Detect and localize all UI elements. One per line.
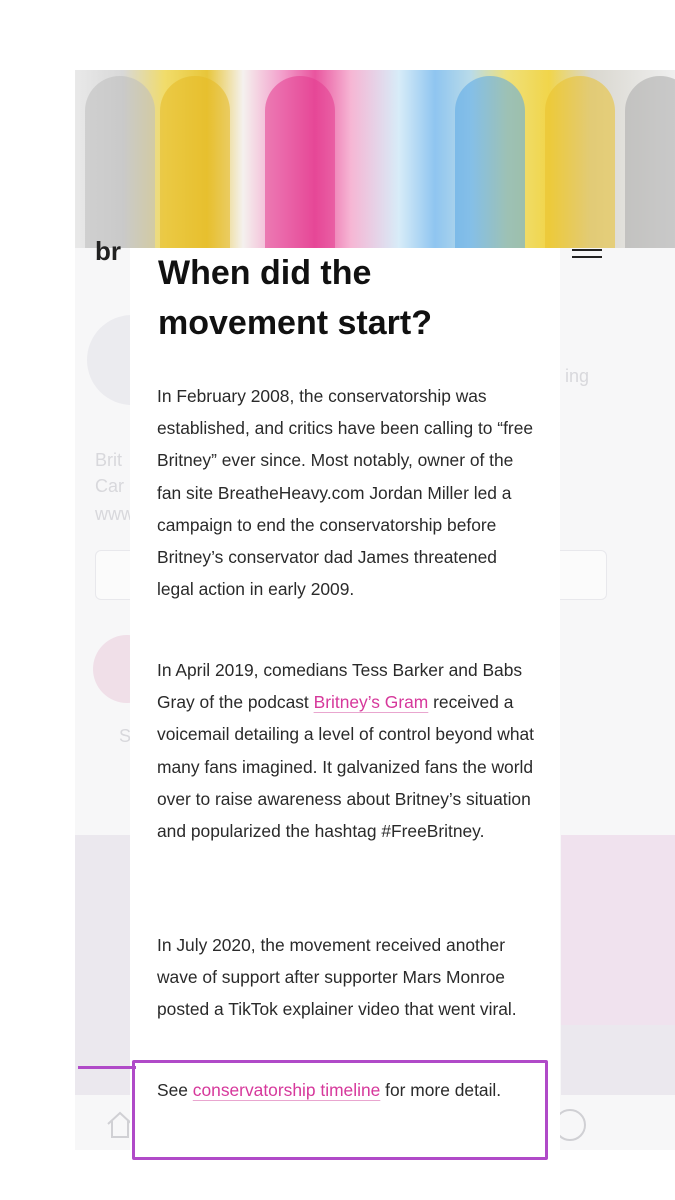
stats-label: ing — [565, 366, 590, 386]
article-card: When did the movement start? In February… — [130, 248, 560, 1158]
post-thumbnail[interactable] — [75, 1025, 133, 1095]
profile-banner-image — [75, 70, 675, 248]
profile-description: Car — [95, 476, 125, 496]
app-logo: br — [95, 236, 121, 266]
article-paragraph: In April 2019, comedians Tess Barker and… — [157, 654, 537, 847]
banner-figure — [160, 76, 230, 248]
article-paragraph: In July 2020, the movement received anot… — [157, 935, 517, 1020]
profile-link[interactable]: www — [95, 504, 134, 525]
paragraph-text: received a voicemail detailing a level o… — [157, 692, 535, 842]
britneys-gram-link[interactable]: Britney’s Gram — [314, 692, 429, 712]
article-paragraph: In February 2008, the conservatorship wa… — [157, 386, 534, 600]
post-thumbnail[interactable] — [561, 835, 675, 1025]
banner-figure — [85, 76, 155, 248]
banner-figure — [265, 76, 335, 248]
profile-name: Brit — [95, 450, 122, 470]
banner-figure — [625, 76, 675, 248]
article-heading: When did the movement start? — [158, 254, 432, 342]
post-thumbnail[interactable] — [75, 835, 133, 1025]
post-thumbnail[interactable] — [561, 1025, 675, 1095]
hamburger-menu-icon[interactable] — [572, 249, 602, 265]
annotation-pointer — [78, 1066, 136, 1069]
banner-figure — [545, 76, 615, 248]
annotation-highlight-box — [132, 1060, 548, 1160]
banner-figure — [455, 76, 525, 248]
